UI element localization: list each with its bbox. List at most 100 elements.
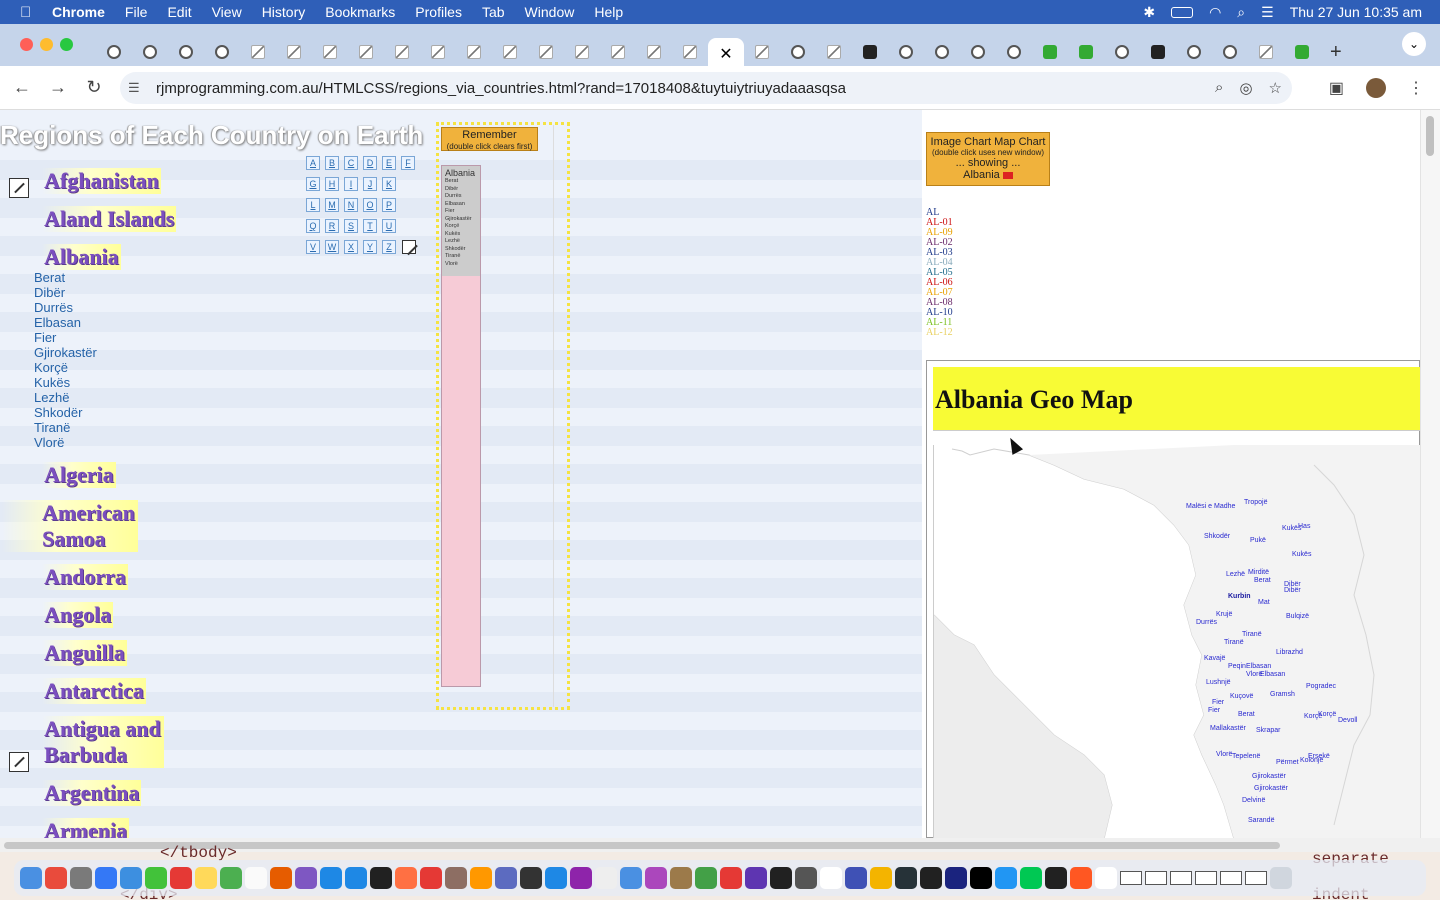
map-city-label[interactable]: Gjirokastër: [1252, 773, 1286, 780]
dock-app-icon[interactable]: [45, 867, 67, 889]
dock-app-icon[interactable]: [945, 867, 967, 889]
letter-button[interactable]: E: [382, 156, 396, 170]
map-city-label[interactable]: Fier: [1212, 699, 1224, 706]
battery-icon[interactable]: [1171, 6, 1194, 18]
dock-app-icon[interactable]: [470, 867, 492, 889]
minimize-window-icon[interactable]: [40, 38, 53, 51]
browser-tab[interactable]: [888, 40, 924, 64]
region-item[interactable]: Dibër: [34, 285, 97, 300]
extensions-icon[interactable]: ▣: [1329, 78, 1344, 98]
letter-button[interactable]: M: [325, 198, 339, 212]
map-city-label[interactable]: Skrapar: [1256, 727, 1281, 734]
reload-icon[interactable]: ↻: [76, 77, 112, 98]
map-city-label[interactable]: Elbasan: [1260, 671, 1285, 678]
control-center-icon[interactable]: ☰: [1261, 4, 1274, 21]
remember-button[interactable]: Remember (double click clears first): [441, 127, 538, 151]
country-antarctica[interactable]: Antarctica: [42, 678, 146, 704]
map-city-label[interactable]: Elbasan: [1246, 663, 1271, 670]
letter-button[interactable]: D: [363, 156, 377, 170]
map-city-label[interactable]: Krujë: [1216, 611, 1232, 618]
dock-window-thumbnail[interactable]: [1170, 871, 1192, 885]
browser-tab[interactable]: [420, 40, 456, 64]
country-american-samoa[interactable]: American Samoa: [2, 500, 138, 552]
map-city-label[interactable]: Delvinë: [1242, 797, 1265, 804]
map-city-label[interactable]: Pogradec: [1306, 683, 1336, 690]
dock-app-icon[interactable]: [270, 867, 292, 889]
map-city-label[interactable]: Lezhë: [1226, 571, 1245, 578]
letter-button[interactable]: B: [325, 156, 339, 170]
browser-tab[interactable]: [96, 40, 132, 64]
letter-button[interactable]: X: [344, 240, 358, 254]
dock-app-icon[interactable]: [845, 867, 867, 889]
spotlight-search-icon[interactable]: ⌕: [1237, 4, 1245, 21]
tab-close-icon[interactable]: ✕: [719, 44, 732, 64]
image-chart-map-chart-button[interactable]: Image Chart Map Chart (double click uses…: [926, 132, 1050, 186]
browser-tab[interactable]: [1176, 40, 1212, 64]
dock-window-thumbnail[interactable]: [1245, 871, 1267, 885]
letter-button[interactable]: R: [325, 219, 339, 233]
dock-app-icon[interactable]: [870, 867, 892, 889]
map-city-label[interactable]: Kurbin: [1228, 593, 1251, 600]
dock-app-icon[interactable]: [295, 867, 317, 889]
map-city-label[interactable]: Sarandë: [1248, 817, 1274, 824]
menu-edit[interactable]: Edit: [167, 4, 191, 20]
letter-button[interactable]: G: [306, 177, 320, 191]
map-city-label[interactable]: Fier: [1208, 707, 1220, 714]
map-city-label[interactable]: Berat: [1238, 711, 1255, 718]
expand-icon[interactable]: [9, 178, 29, 198]
map-city-label[interactable]: Devoll: [1338, 717, 1357, 724]
chrome-menu-icon[interactable]: ⋮: [1408, 78, 1424, 98]
letter-button[interactable]: K: [382, 177, 396, 191]
letter-button[interactable]: O: [363, 198, 377, 212]
country-albania[interactable]: Albania: [42, 244, 121, 270]
dock-app-icon[interactable]: [820, 867, 842, 889]
map-city-label[interactable]: Tropojë: [1244, 499, 1267, 506]
dock-app-icon[interactable]: [170, 867, 192, 889]
dock-app-icon[interactable]: [770, 867, 792, 889]
menu-help[interactable]: Help: [594, 4, 623, 20]
browser-tab[interactable]: [852, 40, 888, 64]
remember-list[interactable]: Albania Berat Dibër Durrës Elbasan Fier Gjiro…: [441, 165, 481, 687]
close-window-icon[interactable]: [20, 38, 33, 51]
browser-tab[interactable]: [816, 40, 852, 64]
letter-button[interactable]: Z: [382, 240, 396, 254]
dock-app-icon[interactable]: [120, 867, 142, 889]
dock-app-icon[interactable]: [720, 867, 742, 889]
menu-file[interactable]: File: [125, 4, 148, 20]
vertical-scrollbar[interactable]: [1420, 110, 1440, 838]
letter-button[interactable]: V: [306, 240, 320, 254]
browser-tab[interactable]: [312, 40, 348, 64]
zoom-icon[interactable]: ⌕: [1215, 79, 1223, 97]
map-city-label[interactable]: Gjirokastër: [1254, 785, 1288, 792]
region-item[interactable]: Berat: [34, 270, 97, 285]
browser-tab[interactable]: [492, 40, 528, 64]
dock-app-icon[interactable]: [195, 867, 217, 889]
browser-tab[interactable]: [456, 40, 492, 64]
browser-tab[interactable]: [1068, 40, 1104, 64]
browser-tab[interactable]: [1104, 40, 1140, 64]
map-city-label[interactable]: Berat: [1254, 577, 1271, 584]
browser-tab[interactable]: [600, 40, 636, 64]
dock-app-icon[interactable]: [420, 867, 442, 889]
browser-tab[interactable]: [744, 40, 780, 64]
browser-tab[interactable]: [276, 40, 312, 64]
region-item[interactable]: Fier: [34, 330, 97, 345]
letter-button[interactable]: F: [401, 156, 415, 170]
address-bar[interactable]: ☰ rjmprogramming.com.au/HTMLCSS/regions_…: [120, 72, 1292, 104]
dock-app-icon[interactable]: [995, 867, 1017, 889]
region-item[interactable]: Vlorë: [34, 435, 97, 450]
map-city-label[interactable]: Librazhd: [1276, 649, 1303, 656]
dock-window-thumbnail[interactable]: [1145, 871, 1167, 885]
dock-app-icon[interactable]: [545, 867, 567, 889]
region-code[interactable]: AL-12: [926, 328, 953, 338]
dock-app-icon[interactable]: [645, 867, 667, 889]
country-angola[interactable]: Angola: [42, 602, 114, 628]
map-city-label[interactable]: Kuçovë: [1230, 693, 1253, 700]
region-item[interactable]: Korçë: [34, 360, 97, 375]
dock-app-icon[interactable]: [670, 867, 692, 889]
dock-app-icon[interactable]: [245, 867, 267, 889]
dock-app-icon[interactable]: [795, 867, 817, 889]
map-city-label[interactable]: Vlorë: [1216, 751, 1232, 758]
dock-app-icon[interactable]: [220, 867, 242, 889]
map-city-label[interactable]: Tiranë: [1224, 639, 1244, 646]
